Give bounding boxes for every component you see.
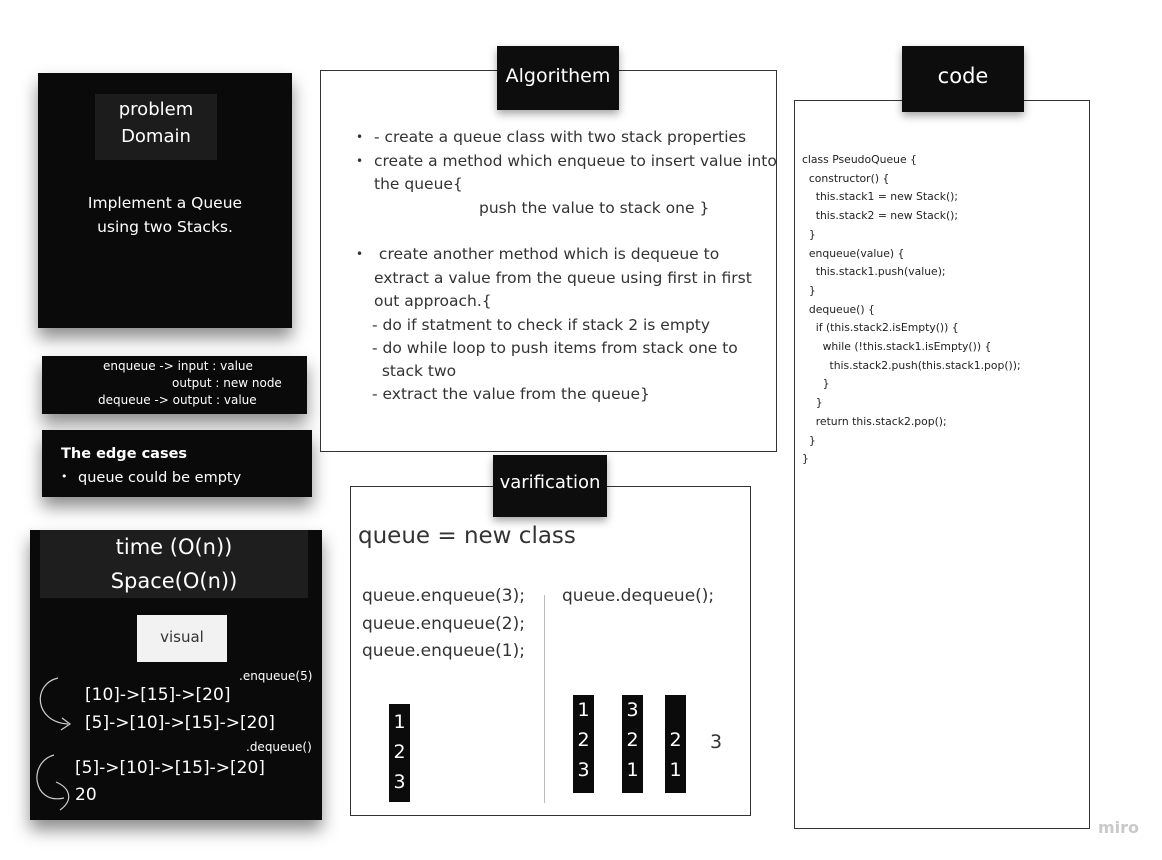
algorithm-step-2-line3: push the value to stack one } bbox=[479, 199, 710, 217]
complexity-header: time (O(n)) Space(O(n)) bbox=[40, 530, 308, 598]
enqueue-call-1: queue.enqueue(3); bbox=[362, 586, 525, 606]
algorithm-step-1: - create a queue class with two stack pr… bbox=[356, 126, 746, 150]
visual-label: visual bbox=[137, 615, 227, 662]
curved-arrows-icon bbox=[36, 677, 72, 811]
algorithm-step-3-line3: out approach.{ bbox=[374, 292, 492, 310]
code-panel[interactable]: class PseudoQueue { constructor() { this… bbox=[794, 100, 1090, 829]
edge-cases-heading: The edge cases bbox=[61, 446, 188, 462]
algorithm-step-3-line7: - extract the value from the queue} bbox=[372, 385, 650, 403]
algorithm-step-3-line2: extract a value from the queue using fir… bbox=[374, 269, 752, 287]
stack-cell: 2 bbox=[577, 729, 590, 751]
initial-stack: 1 2 3 bbox=[389, 704, 410, 802]
enqueue-output: output : new node bbox=[172, 376, 282, 390]
dequeue-call: queue.dequeue(); bbox=[562, 586, 715, 606]
stack-cell: 3 bbox=[577, 759, 590, 781]
algorithm-step-3-line4: - do if statment to check if stack 2 is … bbox=[372, 316, 711, 334]
enqueue-op-label: .enqueue(5) bbox=[239, 669, 313, 683]
stack-cell: 2 bbox=[393, 741, 406, 763]
stack-cell: 2 bbox=[669, 729, 682, 751]
complexity-note[interactable]: time (O(n)) Space(O(n)) visual .enqueue(… bbox=[30, 530, 322, 820]
stack-cell: 1 bbox=[577, 699, 590, 721]
problem-description: Implement a Queue using two Stacks. bbox=[38, 191, 292, 239]
stack-cell: 1 bbox=[393, 711, 406, 733]
method-signatures-note[interactable]: enqueue -> input : value output : new no… bbox=[42, 356, 307, 414]
problem-domain-title-line2: Domain bbox=[121, 126, 191, 147]
edge-case-item: queue could be empty bbox=[61, 470, 241, 486]
stack-one: 1 2 3 bbox=[573, 695, 594, 793]
algorithm-panel[interactable]: - create a queue class with two stack pr… bbox=[320, 70, 777, 452]
space-complexity: Space(O(n)) bbox=[110, 569, 238, 593]
stack-after-dequeue: 2 1 bbox=[665, 695, 686, 793]
code-title: code bbox=[902, 46, 1024, 112]
algorithm-step-2-line1: create a method which enqueue to insert … bbox=[356, 150, 777, 174]
time-complexity: time (O(n)) bbox=[115, 535, 233, 559]
dequeue-signature: dequeue -> output : value bbox=[98, 393, 257, 407]
enqueue-before-list: [10]->[15]->[20] bbox=[85, 685, 231, 705]
dequeue-before-list: [5]->[10]->[15]->[20] bbox=[75, 758, 265, 778]
enqueue-signature: enqueue -> input : value bbox=[103, 359, 253, 373]
code-block: class PseudoQueue { constructor() { this… bbox=[802, 153, 1021, 466]
algorithm-step-3-line6: stack two bbox=[372, 362, 457, 380]
algorithm-title: Algorithem bbox=[497, 46, 619, 110]
verification-divider bbox=[544, 595, 545, 803]
stack-cell: 3 bbox=[393, 771, 406, 793]
enqueue-call-2: queue.enqueue(2); bbox=[362, 614, 525, 634]
stack-cell: 1 bbox=[669, 759, 682, 781]
dequeue-output-value: 3 bbox=[710, 731, 723, 753]
edge-cases-note[interactable]: The edge cases queue could be empty bbox=[42, 430, 312, 497]
algorithm-step-3-line1: create another method which is dequeue t… bbox=[356, 243, 719, 267]
stack-cell: 1 bbox=[626, 759, 639, 781]
miro-watermark: miro bbox=[1098, 818, 1140, 837]
problem-description-line1: Implement a Queue bbox=[87, 194, 243, 212]
stack-two: 3 2 1 bbox=[622, 695, 643, 793]
verification-declaration: queue = new class bbox=[358, 523, 576, 549]
algorithm-step-3-line5: - do while loop to push items from stack… bbox=[372, 339, 738, 357]
verification-panel[interactable]: queue = new class queue.enqueue(3); queu… bbox=[350, 486, 751, 816]
problem-domain-note[interactable]: problem Domain Implement a Queue using t… bbox=[38, 73, 292, 328]
stack-cell: 2 bbox=[626, 729, 639, 751]
enqueue-after-list: [5]->[10]->[15]->[20] bbox=[85, 713, 275, 733]
stack-cell: 3 bbox=[626, 699, 639, 721]
verification-title: varification bbox=[493, 455, 607, 517]
problem-description-line2: using two Stacks. bbox=[97, 218, 233, 236]
enqueue-call-3: queue.enqueue(1); bbox=[362, 641, 525, 661]
dequeue-op-label: .dequeue() bbox=[246, 740, 312, 754]
problem-domain-title: problem Domain bbox=[95, 94, 217, 160]
algorithm-step-2-line2: the queue{ bbox=[374, 175, 463, 193]
problem-domain-title-line1: problem bbox=[118, 99, 194, 120]
